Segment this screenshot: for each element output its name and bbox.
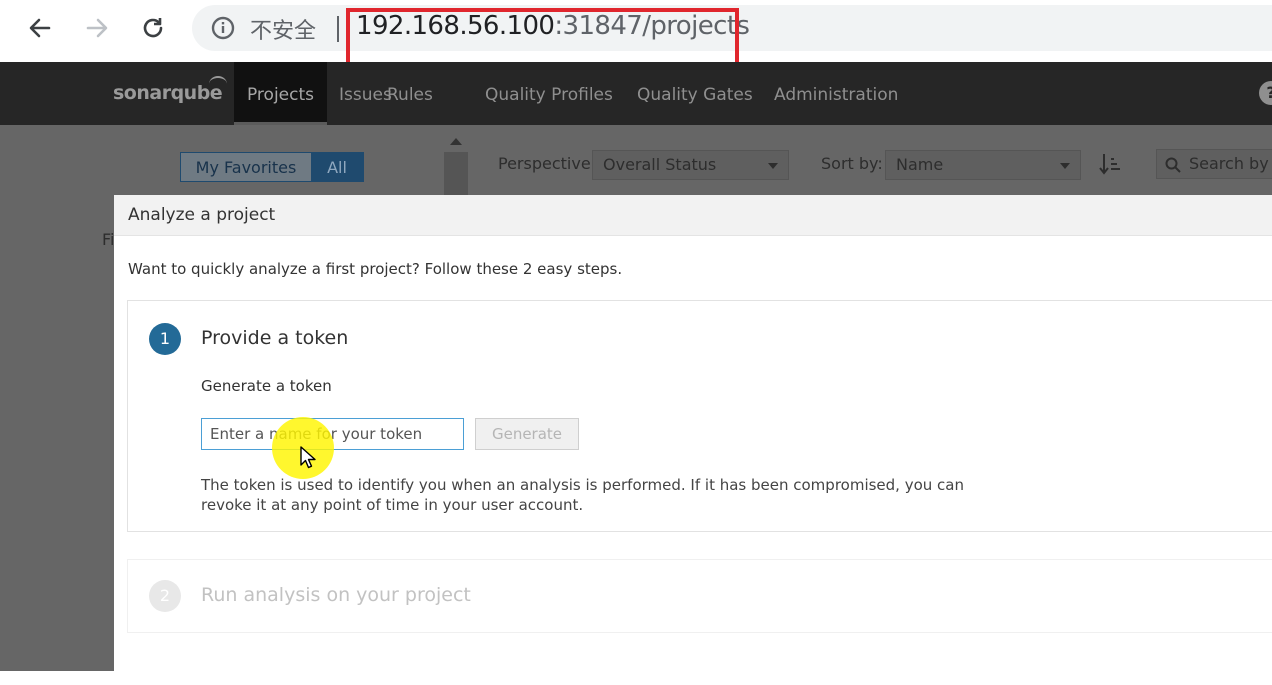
- step-number-badge: 1: [149, 323, 181, 355]
- my-favorites-button[interactable]: My Favorites: [181, 153, 311, 181]
- reload-button[interactable]: [137, 12, 169, 44]
- chevron-down-icon: [768, 163, 778, 169]
- browser-toolbar: 不安全 192.168.56.100:31847/projects: [0, 0, 1272, 72]
- sonarqube-navbar: sonarqube Projects Issues Rules Quality …: [0, 62, 1272, 125]
- generate-token-label: Generate a token: [201, 377, 332, 395]
- info-icon[interactable]: [210, 15, 236, 41]
- nav-quality-gates[interactable]: Quality Gates: [637, 62, 753, 125]
- filters-heading-partial: Fi: [102, 230, 115, 249]
- step-provide-token: 1 Provide a token Generate a token Gener…: [127, 300, 1272, 532]
- step-number-badge: 2: [149, 580, 181, 612]
- sort-select[interactable]: Name: [885, 150, 1081, 180]
- scrollbar-thumb[interactable]: [444, 152, 468, 198]
- address-separator: [337, 16, 339, 42]
- modal-intro: Want to quickly analyze a first project?…: [128, 260, 623, 278]
- help-icon[interactable]: ?: [1259, 81, 1272, 105]
- perspective-select[interactable]: Overall Status: [592, 150, 789, 180]
- modal-title: Analyze a project: [128, 205, 276, 225]
- sonarqube-logo[interactable]: sonarqube: [113, 76, 227, 104]
- nav-rules[interactable]: Rules: [387, 62, 433, 125]
- help-line: The token is used to identify you when a…: [201, 476, 964, 494]
- scroll-up-arrow-icon[interactable]: [450, 138, 462, 145]
- token-help-text: The token is used to identify you when a…: [201, 475, 981, 515]
- back-button[interactable]: [24, 12, 56, 44]
- search-placeholder: Search by p: [1189, 154, 1272, 173]
- perspective-label: Perspective:: [498, 154, 597, 173]
- step-title: Provide a token: [201, 327, 349, 349]
- step-run-analysis: 2 Run analysis on your project: [127, 559, 1272, 633]
- perspective-value: Overall Status: [603, 155, 717, 174]
- mouse-pointer-icon: [300, 446, 316, 469]
- help-line: revoke it at any point of time in your u…: [201, 496, 584, 514]
- nav-quality-profiles[interactable]: Quality Profiles: [485, 62, 613, 125]
- forward-button[interactable]: [81, 12, 113, 44]
- favorites-toggle: My Favorites All: [180, 152, 364, 182]
- arrow-left-icon: [29, 18, 51, 38]
- reload-icon: [143, 18, 163, 38]
- nav-projects[interactable]: Projects: [234, 62, 327, 125]
- modal-header: Analyze a project: [114, 195, 1272, 236]
- project-search-input[interactable]: Search by p: [1156, 149, 1272, 179]
- chevron-down-icon: [1060, 163, 1070, 169]
- security-status[interactable]: 不安全: [250, 13, 316, 45]
- all-button[interactable]: All: [311, 153, 363, 181]
- sort-value: Name: [896, 155, 944, 174]
- search-icon: [1165, 157, 1181, 173]
- sort-label: Sort by:: [821, 154, 883, 173]
- nav-issues[interactable]: Issues: [339, 62, 392, 125]
- logo-text: sonarqube: [113, 82, 223, 104]
- arrow-right-icon: [86, 18, 108, 38]
- logo-wave-icon: [209, 76, 227, 92]
- sort-order-icon[interactable]: [1099, 152, 1121, 176]
- nav-administration[interactable]: Administration: [774, 62, 898, 125]
- step-title: Run analysis on your project: [201, 584, 471, 606]
- generate-button[interactable]: Generate: [475, 418, 579, 450]
